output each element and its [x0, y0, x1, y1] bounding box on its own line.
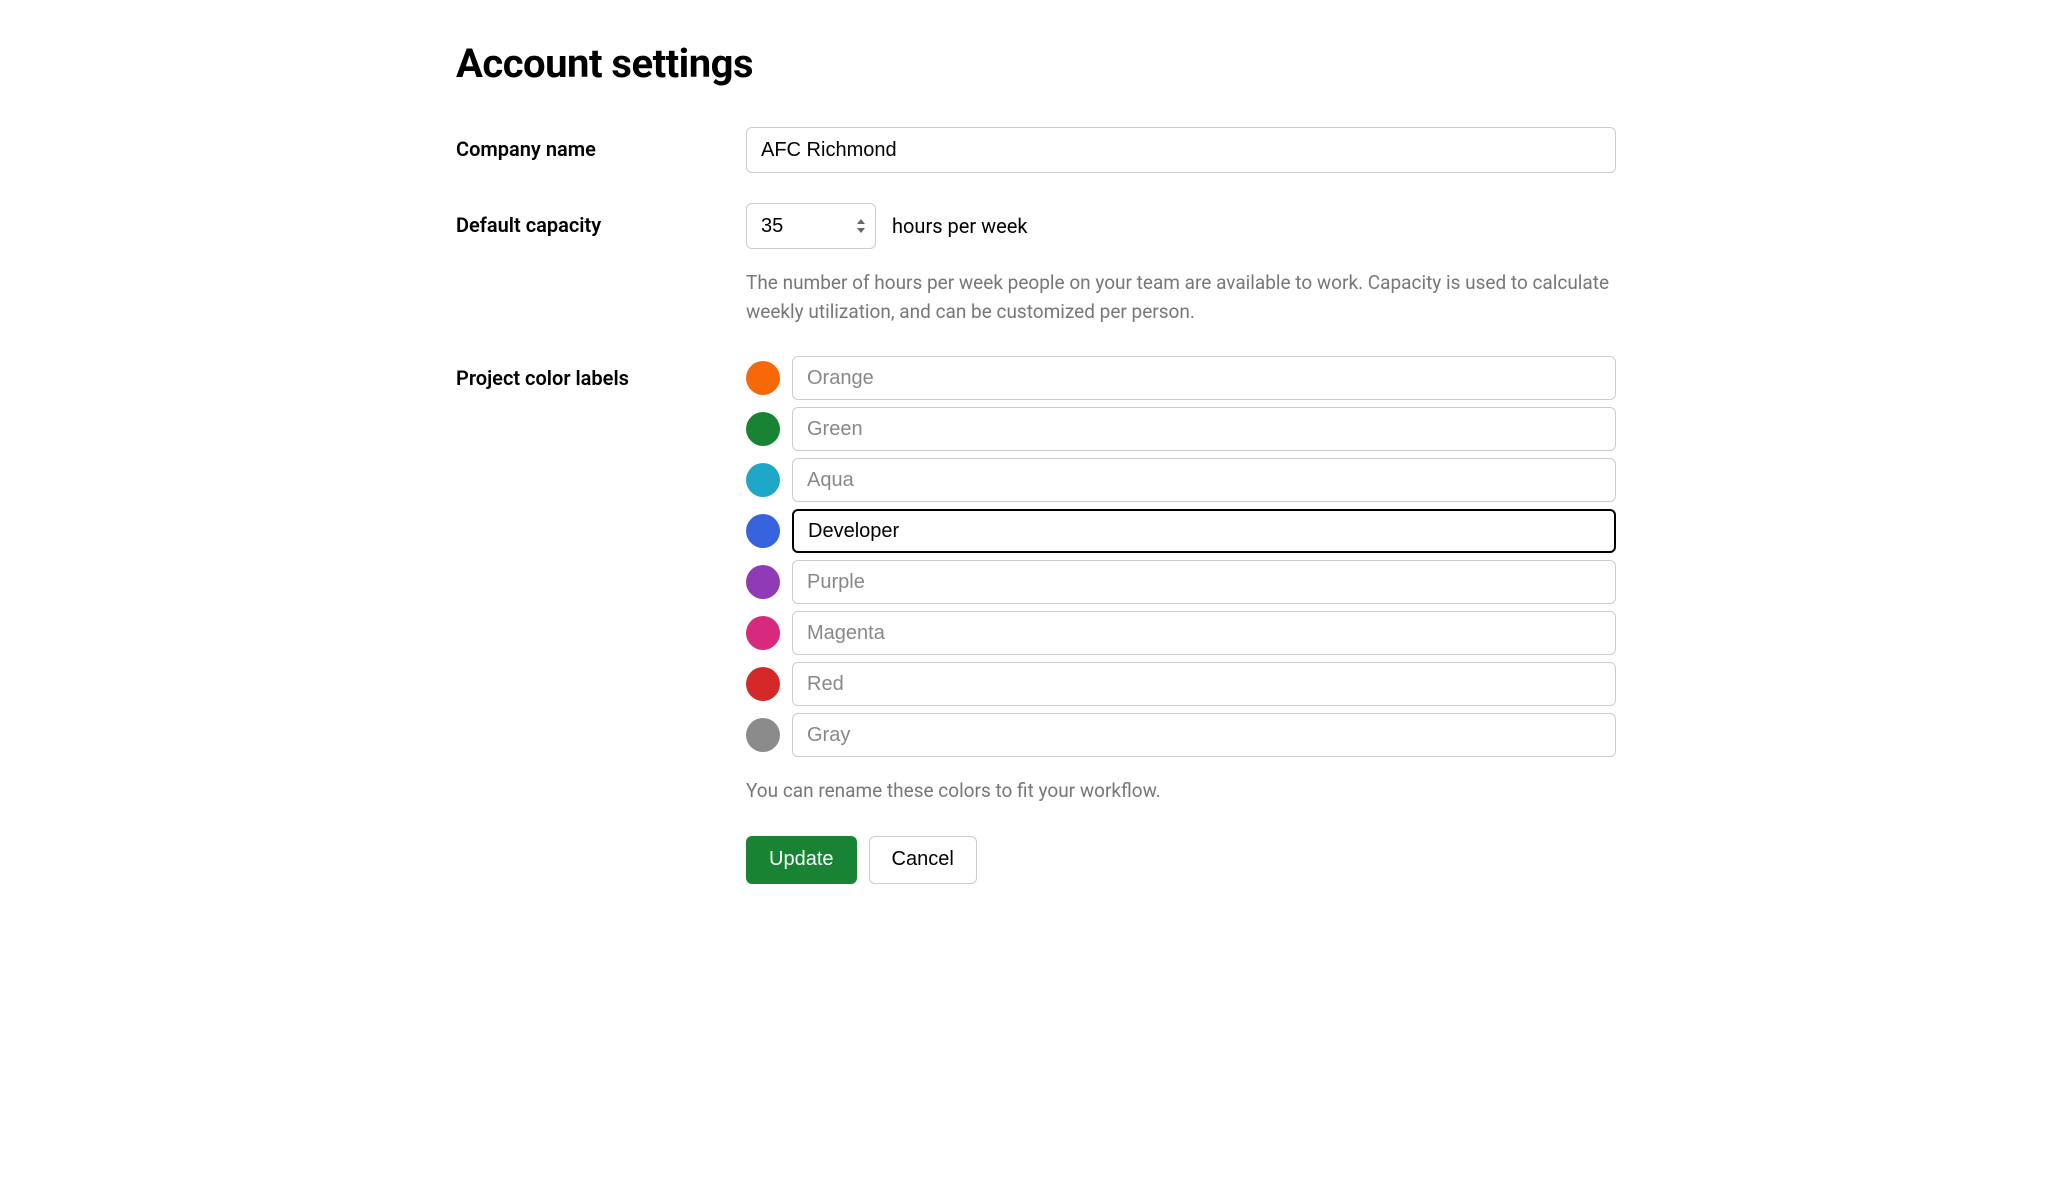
form-buttons: Update Cancel: [746, 836, 1616, 884]
update-button[interactable]: Update: [746, 836, 857, 884]
company-name-input[interactable]: [746, 127, 1616, 173]
color-label-input[interactable]: [792, 356, 1616, 400]
default-capacity-label: Default capacity: [456, 213, 601, 237]
color-label-input[interactable]: [792, 713, 1616, 757]
color-label-row: [746, 458, 1616, 502]
color-swatch: [746, 463, 780, 497]
capacity-suffix: hours per week: [892, 214, 1027, 238]
color-label-row: [746, 560, 1616, 604]
color-swatch: [746, 667, 780, 701]
color-label-input[interactable]: [792, 509, 1616, 553]
company-name-row: Company name: [456, 127, 1616, 173]
color-label-row: [746, 713, 1616, 757]
color-labels-list: [746, 356, 1616, 757]
default-capacity-row: Default capacity 35 hours per week The n…: [456, 203, 1616, 326]
color-label-row: [746, 662, 1616, 706]
color-label-input[interactable]: [792, 662, 1616, 706]
color-swatch: [746, 565, 780, 599]
color-swatch: [746, 361, 780, 395]
color-label-row: [746, 356, 1616, 400]
capacity-help-text: The number of hours per week people on y…: [746, 269, 1616, 326]
color-label-input[interactable]: [792, 458, 1616, 502]
color-swatch: [746, 412, 780, 446]
color-label-row: [746, 509, 1616, 553]
project-color-labels-label: Project color labels: [456, 366, 629, 390]
default-capacity-select[interactable]: 35: [746, 203, 876, 249]
cancel-button[interactable]: Cancel: [869, 836, 977, 884]
project-color-labels-row: Project color labels You can rename thes…: [456, 356, 1616, 884]
color-label-row: [746, 407, 1616, 451]
page-title: Account settings: [456, 40, 1616, 87]
color-label-row: [746, 611, 1616, 655]
color-label-input[interactable]: [792, 560, 1616, 604]
color-labels-help-text: You can rename these colors to fit your …: [746, 777, 1616, 806]
color-swatch: [746, 514, 780, 548]
color-swatch: [746, 718, 780, 752]
color-swatch: [746, 616, 780, 650]
company-name-label: Company name: [456, 137, 596, 161]
color-label-input[interactable]: [792, 611, 1616, 655]
color-label-input[interactable]: [792, 407, 1616, 451]
